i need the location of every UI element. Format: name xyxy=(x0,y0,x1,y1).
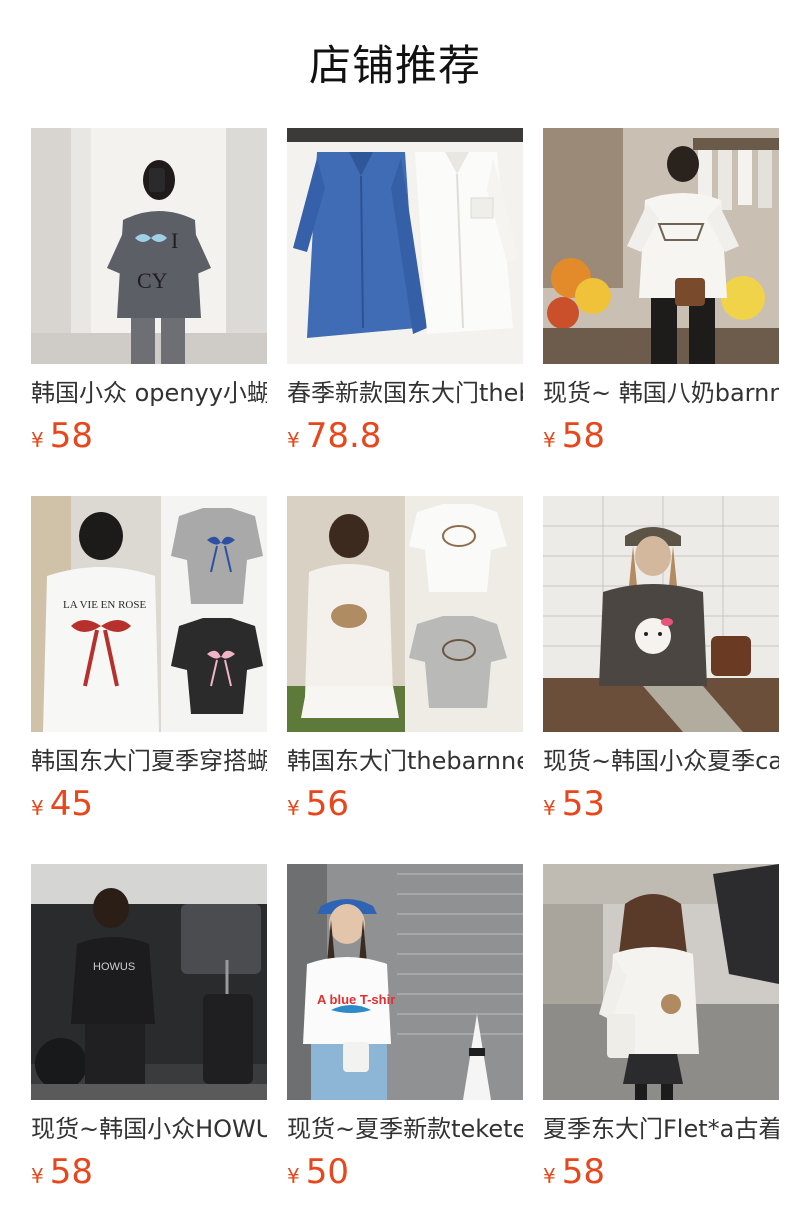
product-name[interactable]: 现货~韩国小众夏季cat印花T恤 xyxy=(543,744,779,778)
product-image[interactable]: HOWUS xyxy=(31,864,267,1100)
product-image[interactable] xyxy=(287,128,523,364)
product-card[interactable]: 春季新款国东大门thebarnnet衬衫 ¥78.8 xyxy=(287,128,523,496)
svg-text:CY: CY xyxy=(137,268,168,293)
product-name[interactable]: 现货~韩国小众HOWUS短袖 xyxy=(31,1112,267,1146)
product-price: ¥56 xyxy=(287,782,523,826)
currency-symbol: ¥ xyxy=(543,796,556,820)
product-image[interactable]: A blue T-shir xyxy=(287,864,523,1100)
price-value: 56 xyxy=(305,784,349,824)
price-value: 58 xyxy=(49,1152,93,1192)
product-card[interactable]: LA VIE EN ROSE 韩国东大门夏季穿搭蝴蝶结T恤 ¥45 xyxy=(31,496,267,864)
currency-symbol: ¥ xyxy=(287,796,300,820)
currency-symbol: ¥ xyxy=(287,428,300,452)
product-price: ¥58 xyxy=(31,1150,267,1194)
currency-symbol: ¥ xyxy=(31,1164,44,1188)
product-price: ¥50 xyxy=(287,1150,523,1194)
svg-text:HOWUS: HOWUS xyxy=(93,961,135,973)
price-value: 50 xyxy=(305,1152,349,1192)
product-price: ¥58 xyxy=(543,414,779,458)
product-name[interactable]: 韩国东大门thebarnnet短袖 xyxy=(287,744,523,778)
svg-text:I: I xyxy=(171,228,178,253)
price-value: 45 xyxy=(49,784,93,824)
product-price: ¥78.8 xyxy=(287,414,523,458)
product-card[interactable]: 韩国东大门thebarnnet短袖 ¥56 xyxy=(287,496,523,864)
product-name[interactable]: 现货~ 韩国八奶barnnet印花T恤 xyxy=(543,376,779,410)
svg-text:A blue T-shir: A blue T-shir xyxy=(317,992,395,1007)
product-image[interactable]: I CY xyxy=(31,128,267,364)
product-price: ¥45 xyxy=(31,782,267,826)
price-value: 78.8 xyxy=(305,416,382,456)
currency-symbol: ¥ xyxy=(31,796,44,820)
product-card[interactable]: A blue T-shir 现货~夏季新款teketeke印花T恤 ¥50 xyxy=(287,864,523,1232)
price-value: 58 xyxy=(49,416,93,456)
product-image[interactable] xyxy=(543,496,779,732)
product-name[interactable]: 现货~夏季新款teketeke印花T恤 xyxy=(287,1112,523,1146)
product-price: ¥53 xyxy=(543,782,779,826)
section-title: 店铺推荐 xyxy=(308,41,481,90)
product-name[interactable]: 夏季东大门Flet*a古着T恤 xyxy=(543,1112,779,1146)
product-card[interactable]: 夏季东大门Flet*a古着T恤 ¥58 xyxy=(543,864,779,1232)
product-card[interactable]: 现货~韩国小众夏季cat印花T恤 ¥53 xyxy=(543,496,779,864)
product-price: ¥58 xyxy=(543,1150,779,1194)
currency-symbol: ¥ xyxy=(31,428,44,452)
currency-symbol: ¥ xyxy=(287,1164,300,1188)
product-price: ¥58 xyxy=(31,414,267,458)
price-value: 58 xyxy=(561,416,605,456)
price-value: 58 xyxy=(561,1152,605,1192)
product-card[interactable]: I CY 韩国小众 openyy小蝴蝶结 ¥58 xyxy=(31,128,267,496)
product-name[interactable]: 韩国东大门夏季穿搭蝴蝶结T恤 xyxy=(31,744,267,778)
svg-text:LA VIE EN ROSE: LA VIE EN ROSE xyxy=(63,599,146,611)
product-name[interactable]: 韩国小众 openyy小蝴蝶结 xyxy=(31,376,267,410)
product-name[interactable]: 春季新款国东大门thebarnnet衬衫 xyxy=(287,376,523,410)
price-value: 53 xyxy=(561,784,605,824)
product-card[interactable]: 现货~ 韩国八奶barnnet印花T恤 ¥58 xyxy=(543,128,779,496)
currency-symbol: ¥ xyxy=(543,428,556,452)
product-grid: I CY 韩国小众 openyy小蝴蝶结 ¥58 xyxy=(31,128,779,1232)
currency-symbol: ¥ xyxy=(543,1164,556,1188)
product-image[interactable] xyxy=(543,864,779,1100)
product-image[interactable]: LA VIE EN ROSE xyxy=(31,496,267,732)
product-image[interactable] xyxy=(287,496,523,732)
product-image[interactable] xyxy=(543,128,779,364)
product-card[interactable]: HOWUS 现货~韩国小众HOWUS短袖 ¥58 xyxy=(31,864,267,1232)
